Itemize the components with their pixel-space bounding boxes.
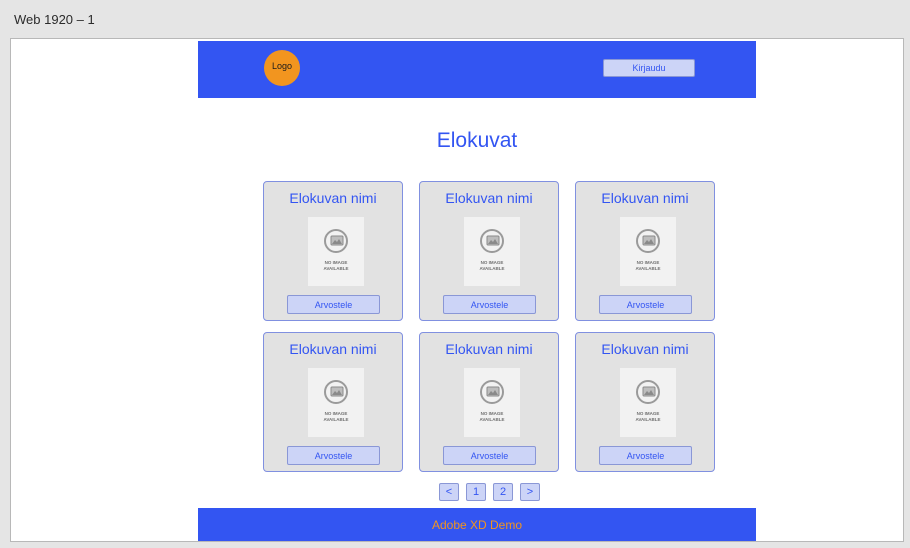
prev-page-button[interactable]: < <box>439 483 459 501</box>
no-image-icon <box>480 380 504 404</box>
movie-card[interactable]: Elokuvan nimi NO IMAGE AVAILABLE Arvoste… <box>419 332 559 472</box>
page-button-1[interactable]: 1 <box>466 483 486 501</box>
rate-button[interactable]: Arvostele <box>443 446 536 465</box>
artboard: Logo Kirjaudu Elokuvat Elokuvan nimi NO … <box>10 38 904 542</box>
no-image-text: AVAILABLE <box>323 417 349 422</box>
page-button-2[interactable]: 2 <box>493 483 513 501</box>
no-image-placeholder: NO IMAGE AVAILABLE <box>308 217 364 286</box>
movie-title: Elokuvan nimi <box>289 341 377 357</box>
no-image-icon <box>480 229 504 253</box>
no-image-placeholder: NO IMAGE AVAILABLE <box>308 368 364 437</box>
no-image-icon <box>324 229 348 253</box>
next-page-button[interactable]: > <box>520 483 540 501</box>
movie-title: Elokuvan nimi <box>445 341 533 357</box>
rate-button[interactable]: Arvostele <box>599 295 692 314</box>
no-image-text: AVAILABLE <box>479 417 505 422</box>
page-title: Elokuvat <box>436 129 518 152</box>
no-image-text: AVAILABLE <box>635 266 661 271</box>
pagination: < 1 2 > <box>439 483 540 502</box>
no-image-text: AVAILABLE <box>635 417 661 422</box>
movie-title: Elokuvan nimi <box>601 341 689 357</box>
site-footer: Adobe XD Demo <box>198 508 756 541</box>
rate-button[interactable]: Arvostele <box>443 295 536 314</box>
no-image-placeholder: NO IMAGE AVAILABLE <box>464 368 520 437</box>
site-header: Logo Kirjaudu <box>198 41 756 98</box>
no-image-placeholder: NO IMAGE AVAILABLE <box>620 368 676 437</box>
rate-button[interactable]: Arvostele <box>287 295 380 314</box>
movie-grid: Elokuvan nimi NO IMAGE AVAILABLE Arvoste… <box>263 181 716 473</box>
no-image-text: AVAILABLE <box>323 266 349 271</box>
movie-card[interactable]: Elokuvan nimi NO IMAGE AVAILABLE Arvoste… <box>263 332 403 472</box>
movie-title: Elokuvan nimi <box>289 190 377 206</box>
movie-card[interactable]: Elokuvan nimi NO IMAGE AVAILABLE Arvoste… <box>575 332 715 472</box>
logo[interactable]: Logo <box>264 50 300 86</box>
no-image-text: AVAILABLE <box>479 266 505 271</box>
no-image-placeholder: NO IMAGE AVAILABLE <box>620 217 676 286</box>
movie-card[interactable]: Elokuvan nimi NO IMAGE AVAILABLE Arvoste… <box>575 181 715 321</box>
web-page: Logo Kirjaudu Elokuvat Elokuvan nimi NO … <box>198 41 756 541</box>
no-image-icon <box>324 380 348 404</box>
movie-card[interactable]: Elokuvan nimi NO IMAGE AVAILABLE Arvoste… <box>263 181 403 321</box>
no-image-icon <box>636 229 660 253</box>
rate-button[interactable]: Arvostele <box>287 446 380 465</box>
login-button[interactable]: Kirjaudu <box>603 59 695 77</box>
artboard-label: Web 1920 – 1 <box>14 12 95 27</box>
footer-text: Adobe XD Demo <box>431 517 523 532</box>
movie-card[interactable]: Elokuvan nimi NO IMAGE AVAILABLE Arvoste… <box>419 181 559 321</box>
movie-title: Elokuvan nimi <box>601 190 689 206</box>
no-image-icon <box>636 380 660 404</box>
rate-button[interactable]: Arvostele <box>599 446 692 465</box>
no-image-placeholder: NO IMAGE AVAILABLE <box>464 217 520 286</box>
movie-title: Elokuvan nimi <box>445 190 533 206</box>
